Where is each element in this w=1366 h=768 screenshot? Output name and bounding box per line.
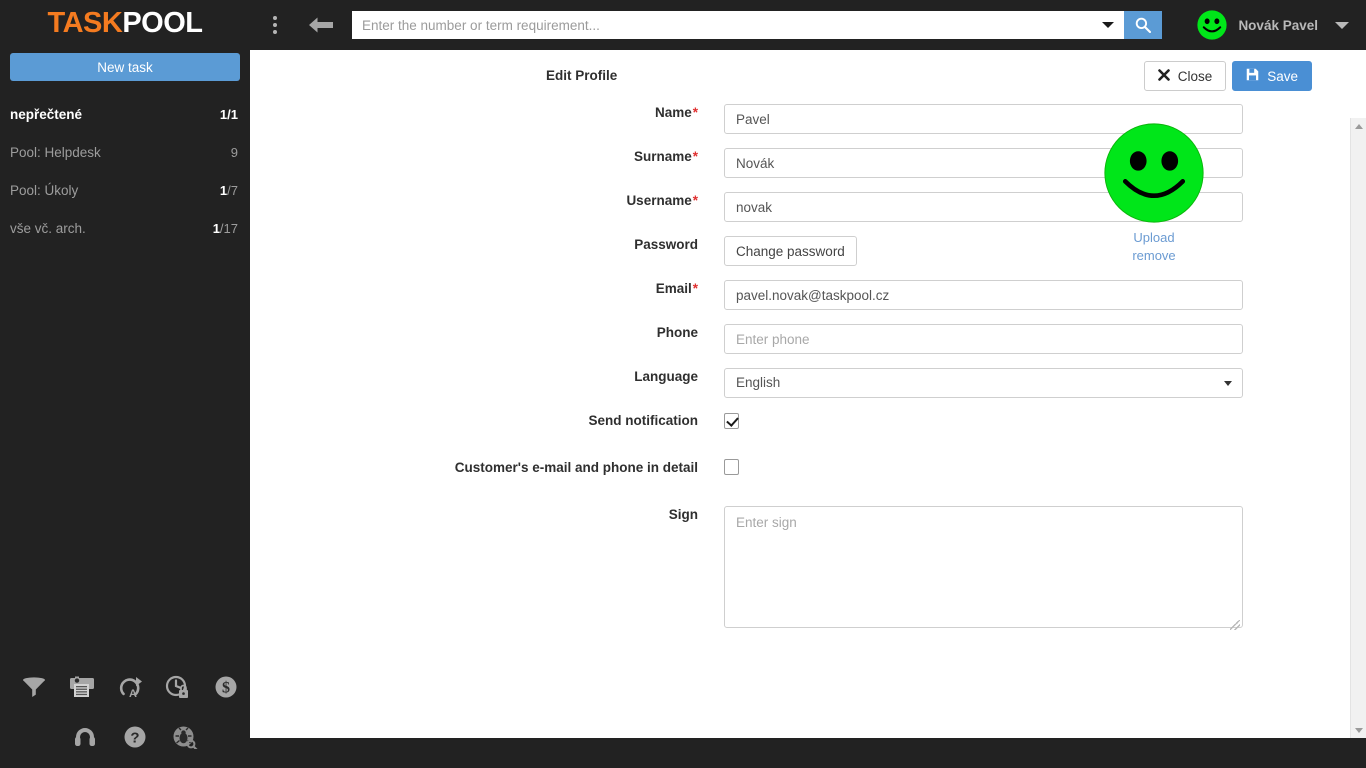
count-rest: 9: [230, 144, 238, 160]
sidebar-tools-row-1: A $: [0, 662, 250, 712]
svg-text:$: $: [222, 680, 230, 697]
field-row-phone: Phone: [250, 324, 1366, 354]
bug-search-icon[interactable]: [160, 715, 210, 759]
username-label: Username*: [626, 193, 698, 208]
sidebar-item-count: 1/17: [213, 221, 238, 236]
sidebar-item-label: nepřečtené: [10, 106, 83, 122]
vertical-scrollbar[interactable]: [1350, 118, 1366, 738]
print-icon[interactable]: [58, 665, 106, 709]
search-input[interactable]: [352, 11, 1092, 39]
search-bar: [352, 11, 1162, 39]
sidebar-item-label: Pool: Helpdesk: [10, 144, 101, 160]
send-notification-label: Send notification: [588, 413, 699, 428]
password-label: Password: [634, 237, 698, 252]
send-notification-checkbox[interactable]: [724, 413, 739, 429]
sidebar-item-label: vše vč. arch.: [10, 220, 86, 236]
email-field[interactable]: [724, 280, 1243, 310]
top-bar: Novák Pavel: [250, 0, 1366, 50]
floppy-disk-icon: [1246, 68, 1259, 84]
filter-icon[interactable]: [10, 665, 58, 709]
sidebar: TASK POOL New task nepřečtené 1/1 Pool: H…: [0, 0, 250, 768]
phone-label: Phone: [656, 325, 698, 340]
required-marker: *: [692, 281, 698, 296]
chevron-down-icon[interactable]: [1092, 11, 1124, 39]
field-row-customer-contact: Customer's e-mail and phone in detail: [250, 458, 1366, 478]
change-password-button[interactable]: Change password: [724, 236, 857, 266]
surname-label: Surname*: [633, 149, 698, 164]
dollar-icon[interactable]: $: [202, 665, 250, 709]
phone-field[interactable]: [724, 324, 1243, 354]
new-task-button[interactable]: New task: [10, 53, 240, 81]
sidebar-item-neprectene[interactable]: nepřečtené 1/1: [0, 95, 250, 133]
sidebar-nav: nepřečtené 1/1 Pool: Helpdesk 9 Pool: Úk…: [0, 95, 250, 247]
search-button[interactable]: [1124, 11, 1162, 39]
sidebar-tools: A $ ?: [0, 662, 250, 762]
field-row-sign: Sign: [250, 505, 1366, 633]
app-logo: TASK POOL: [0, 0, 250, 50]
count-rest: /7: [227, 182, 238, 198]
headset-icon[interactable]: [60, 715, 110, 759]
count-rest: /17: [219, 220, 238, 236]
required-marker: *: [692, 105, 698, 120]
language-select[interactable]: English: [724, 368, 1243, 398]
count-highlight: 1: [212, 220, 220, 236]
svg-text:A: A: [129, 688, 137, 699]
name-label: Name*: [654, 105, 698, 120]
required-marker: *: [692, 149, 698, 164]
close-button-label: Close: [1177, 68, 1213, 84]
field-row-email: Email*: [250, 280, 1366, 310]
user-menu[interactable]: Novák Pavel: [1197, 0, 1366, 50]
logo-task-text: TASK: [47, 6, 123, 39]
close-x-icon: [1157, 68, 1170, 84]
page-title: Edit Profile: [546, 68, 618, 83]
close-button[interactable]: Close: [1143, 61, 1227, 91]
redo-a-icon[interactable]: A: [106, 665, 154, 709]
form-action-buttons: Close Save: [1143, 61, 1312, 91]
upload-avatar-link[interactable]: Upload: [1089, 229, 1219, 247]
sign-label: Sign: [668, 506, 698, 522]
user-name-label: Novák Pavel: [1238, 17, 1318, 33]
back-arrow-icon[interactable]: [300, 3, 342, 47]
customer-contact-label: Customer's e-mail and phone in detail: [454, 460, 698, 476]
avatar-large[interactable]: [1103, 122, 1205, 224]
sidebar-item-label: Pool: Úkoly: [10, 182, 79, 198]
clock-lock-icon[interactable]: [154, 665, 202, 709]
chevron-down-icon[interactable]: [1318, 0, 1366, 50]
field-row-send-notification: Send notification: [250, 412, 1366, 430]
sidebar-item-pool-helpdesk[interactable]: Pool: Helpdesk 9: [0, 133, 250, 171]
sidebar-item-count: 9: [231, 145, 238, 160]
save-button[interactable]: Save: [1232, 61, 1312, 91]
scroll-down-arrow[interactable]: [1351, 722, 1366, 738]
logo-pool-text: POOL: [122, 6, 203, 39]
customer-contact-checkbox[interactable]: [724, 459, 739, 476]
field-row-language: Language English: [250, 368, 1366, 398]
help-icon[interactable]: ?: [110, 715, 160, 759]
sidebar-tools-row-2: ?: [0, 712, 250, 762]
kebab-menu-icon[interactable]: [258, 3, 292, 47]
count-rest: /1: [227, 106, 238, 122]
sign-textarea[interactable]: [724, 505, 1243, 628]
avatar: [1197, 10, 1228, 40]
language-label: Language: [634, 369, 698, 384]
content-panel: Edit Profile Close Save Name* Pavel Surn…: [250, 50, 1366, 738]
form-header: Edit Profile Close Save: [250, 50, 1366, 98]
sidebar-item-count: 1/7: [220, 183, 238, 198]
avatar-upload-panel: Upload remove: [1089, 122, 1219, 265]
email-label: Email*: [655, 281, 698, 296]
required-marker: *: [692, 193, 698, 208]
sidebar-item-pool-ukoly[interactable]: Pool: Úkoly 1/7: [0, 171, 250, 209]
remove-avatar-link[interactable]: remove: [1089, 247, 1219, 265]
svg-text:?: ?: [130, 730, 139, 747]
sidebar-item-vse-vc-arch[interactable]: vše vč. arch. 1/17: [0, 209, 250, 247]
sidebar-item-count: 1/1: [220, 107, 238, 122]
save-button-label: Save: [1267, 68, 1298, 84]
scroll-up-arrow[interactable]: [1351, 118, 1366, 134]
